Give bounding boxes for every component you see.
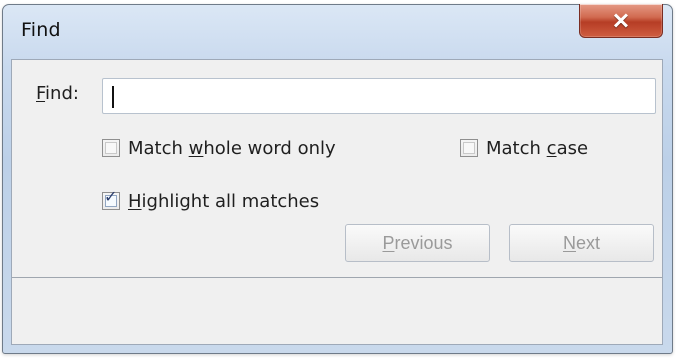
next-button-label-suffix: ext	[575, 232, 600, 253]
dialog-content: Find: Match whole word only Match case ✓…	[11, 59, 663, 345]
previous-button-label-accelerator: P	[382, 232, 395, 253]
close-button[interactable]: ✕	[579, 4, 663, 38]
match-whole-word-label-suffix: hole word only	[203, 137, 336, 159]
highlight-all-label-accelerator: H	[128, 190, 142, 212]
match-whole-word-label: Match whole word only	[128, 138, 336, 159]
text-caret	[112, 86, 114, 108]
match-case-label: Match case	[486, 138, 588, 159]
page: Find ✕ Find: Match whole word only Match…	[0, 0, 679, 360]
checkbox-inner	[105, 142, 117, 154]
match-case-label-suffix: ase	[556, 137, 589, 159]
match-case-option[interactable]: Match case	[460, 136, 588, 160]
match-case-label-accelerator: c	[546, 137, 557, 159]
highlight-all-label: Highlight all matches	[128, 191, 319, 212]
find-dialog: Find ✕ Find: Match whole word only Match…	[2, 4, 673, 354]
status-area	[12, 278, 662, 344]
dialog-title: Find	[21, 19, 61, 41]
previous-button-label-suffix: revious	[394, 232, 453, 253]
find-label-accelerator: F	[36, 83, 46, 104]
title-bar: Find ✕	[3, 4, 672, 59]
match-case-label-prefix: Match	[486, 137, 547, 159]
checkbox-inner	[463, 142, 475, 154]
match-case-checkbox[interactable]	[460, 139, 478, 157]
find-input[interactable]	[102, 78, 656, 114]
match-whole-word-checkbox[interactable]	[102, 139, 120, 157]
previous-button[interactable]: Previous	[345, 224, 490, 262]
find-label: Find:	[36, 83, 79, 104]
highlight-all-option[interactable]: ✓ Highlight all matches	[102, 189, 319, 213]
next-button-label-accelerator: N	[562, 232, 576, 253]
match-whole-word-option[interactable]: Match whole word only	[102, 136, 336, 160]
close-icon: ✕	[611, 7, 631, 33]
highlight-all-checkbox[interactable]: ✓	[102, 187, 120, 210]
highlight-all-label-suffix: ighlight all matches	[141, 190, 320, 212]
match-whole-word-label-accelerator: w	[188, 137, 204, 159]
find-label-suffix: ind:	[45, 83, 79, 104]
next-button[interactable]: Next	[509, 224, 654, 262]
match-whole-word-label-prefix: Match	[128, 137, 189, 159]
checkmark-icon: ✓	[104, 187, 118, 206]
